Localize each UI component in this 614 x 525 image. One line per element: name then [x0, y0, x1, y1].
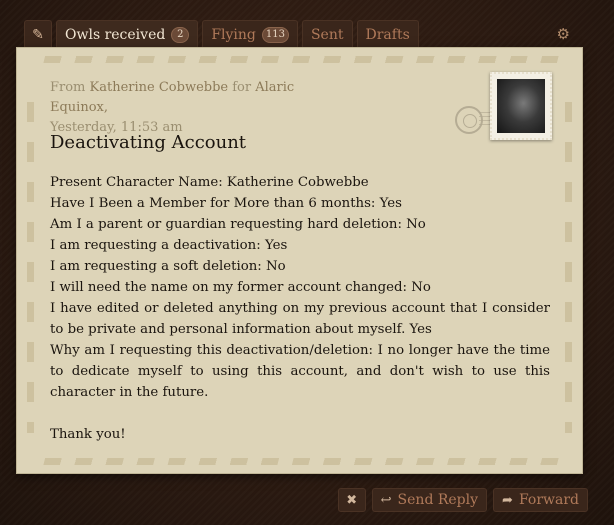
letter-subject: Deactivating Account — [50, 132, 247, 153]
letter-line: I will need the name on my former accoun… — [50, 280, 431, 295]
letter-actions: ✖ ↩ Send Reply ➦ Forward — [337, 488, 588, 512]
delete-button[interactable]: ✖ — [337, 488, 366, 512]
send-reply-label: Send Reply — [397, 492, 479, 508]
letter-body: Present Character Name: Katherine Cobweb… — [50, 172, 550, 445]
tab-sent[interactable]: Sent — [301, 20, 353, 48]
tab-flying[interactable]: Flying 113 — [202, 20, 298, 48]
sender-link[interactable]: Katherine Cobwebbe — [90, 80, 229, 95]
for-prefix: for — [232, 80, 252, 95]
tab-label: Owls received — [65, 26, 166, 43]
sender-avatar-stamp[interactable] — [490, 72, 552, 140]
forward-icon: ➦ — [502, 492, 513, 508]
letter-line: I am requesting a deactivation: Yes — [50, 238, 288, 253]
from-prefix: From — [50, 80, 86, 95]
letter-signoff: Thank you! — [50, 427, 126, 442]
count-badge: 2 — [171, 26, 190, 43]
tab-label: Sent — [310, 26, 344, 43]
envelope-border-bottom — [39, 458, 560, 465]
envelope-border-right — [565, 88, 572, 433]
tab-label: Flying — [211, 26, 256, 43]
compose-button[interactable]: ✎ — [24, 20, 52, 48]
letter-line: I am requesting a soft deletion: No — [50, 259, 286, 274]
count-badge: 113 — [261, 26, 289, 43]
reply-icon: ↩ — [380, 492, 392, 508]
tab-label: Drafts — [365, 26, 410, 43]
tab-owls-received[interactable]: Owls received 2 — [56, 20, 199, 48]
letter-line: Why am I requesting this deactivation/de… — [50, 343, 550, 400]
tab-drafts[interactable]: Drafts — [356, 20, 419, 48]
avatar — [497, 79, 545, 133]
pencil-icon: ✎ — [32, 26, 44, 43]
letter-line: I have edited or deleted anything on my … — [50, 301, 550, 337]
forward-button[interactable]: ➦ Forward — [493, 488, 588, 512]
forward-label: Forward — [518, 492, 579, 508]
send-reply-button[interactable]: ↩ Send Reply — [371, 488, 488, 512]
envelope-border-left — [27, 88, 34, 433]
mail-tabs: ✎ Owls received 2 Flying 113 Sent Drafts — [24, 20, 419, 48]
letter-line: Present Character Name: Katherine Cobweb… — [50, 175, 369, 190]
letter-line: Have I Been a Member for More than 6 mon… — [50, 196, 402, 211]
letter-line: Am I a parent or guardian requesting har… — [50, 217, 426, 232]
letter-card: From Katherine Cobwebbe for Alaric Equin… — [17, 48, 582, 473]
close-icon: ✖ — [346, 492, 358, 508]
gear-icon[interactable]: ⚙ — [557, 25, 570, 43]
envelope-border-top — [39, 56, 560, 63]
letter-meta: From Katherine Cobwebbe for Alaric Equin… — [50, 78, 350, 138]
